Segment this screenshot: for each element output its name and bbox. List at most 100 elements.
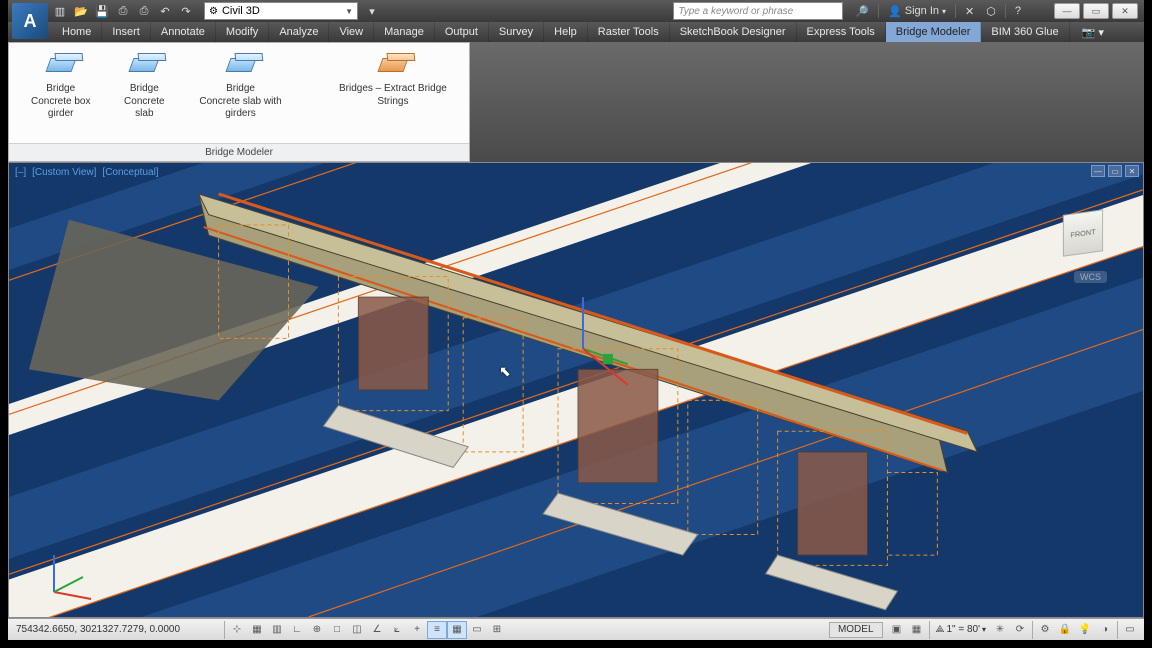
tab-home[interactable]: Home xyxy=(52,22,102,42)
bridge-concrete-slab-girders-button[interactable]: Bridge Concrete slab with girders xyxy=(180,49,301,123)
sb-osnap-icon[interactable]: □ xyxy=(327,621,347,639)
sb-sc-icon[interactable]: ⊞ xyxy=(487,621,507,639)
tab-insert[interactable]: Insert xyxy=(102,22,151,42)
box-girder-icon xyxy=(45,58,76,72)
vp-close-icon[interactable]: ✕ xyxy=(1125,165,1139,177)
vp-minimize-icon[interactable]: — xyxy=(1091,165,1105,177)
sb-infer-icon[interactable]: ⊹ xyxy=(227,621,247,639)
close-button[interactable]: ✕ xyxy=(1112,3,1138,19)
ribbon-tabs: Home Insert Annotate Modify Analyze View… xyxy=(8,22,1144,42)
workspace-label: Civil 3D xyxy=(222,5,260,17)
sb-qp-icon[interactable]: ▭ xyxy=(467,621,487,639)
tab-help[interactable]: Help xyxy=(544,22,588,42)
sb-3dosnap-icon[interactable]: ◫ xyxy=(347,621,367,639)
tab-manage[interactable]: Manage xyxy=(374,22,435,42)
sign-in-button[interactable]: 👤 Sign In ▾ xyxy=(885,5,949,18)
tab-survey[interactable]: Survey xyxy=(489,22,544,42)
viewport-labels: [–] [Custom View] [Conceptual] xyxy=(13,167,161,178)
wcs-label[interactable]: WCS xyxy=(1074,271,1107,283)
qat-undo-icon[interactable]: ↶ xyxy=(156,2,174,20)
sb-annovis-icon[interactable]: ✳ xyxy=(990,621,1010,639)
rb-l2: Concrete slab xyxy=(116,96,172,121)
vp-minus-control[interactable]: [–] xyxy=(13,167,28,178)
sb-ducs-icon[interactable]: ⟀ xyxy=(387,621,407,639)
sb-hardware-icon[interactable]: 💡 xyxy=(1075,621,1095,639)
app-icon[interactable]: A xyxy=(12,3,48,39)
bridge-extract-strings-button[interactable]: Bridges – Extract Bridge Strings xyxy=(321,49,465,110)
tab-analyze[interactable]: Analyze xyxy=(269,22,329,42)
chevron-down-icon: ▾ xyxy=(982,625,986,634)
search-placeholder: Type a keyword or phrase xyxy=(678,6,793,17)
tab-bridge-modeler[interactable]: Bridge Modeler xyxy=(886,22,982,42)
qat-plot-icon[interactable]: ⎙ xyxy=(135,2,153,20)
sb-transparency-icon[interactable]: ▦ xyxy=(447,621,467,639)
rb-l1: Bridge xyxy=(46,83,75,96)
sb-otrack-icon[interactable]: ∠ xyxy=(367,621,387,639)
view-cube[interactable]: FRONT xyxy=(1053,203,1113,263)
vp-view-control[interactable]: [Custom View] xyxy=(30,167,98,178)
rb-l1: Bridge xyxy=(130,83,159,96)
coordinates-readout: 754342.6650, 3021327.7279, 0.0000 xyxy=(12,624,222,635)
ribbon-panel-bridge: Bridge Concrete box girder Bridge Concre… xyxy=(8,42,470,162)
qat-saveas-icon[interactable]: ⎙ xyxy=(114,2,132,20)
sb-lock-icon[interactable]: 🔒 xyxy=(1055,621,1075,639)
ribbon-panel-title: Bridge Modeler xyxy=(9,143,469,161)
sb-dyn-icon[interactable]: + xyxy=(407,621,427,639)
ucs-axis-icon xyxy=(39,547,99,607)
sb-clean-icon[interactable]: ▭ xyxy=(1120,621,1140,639)
scale-icon: ⟁ xyxy=(936,624,945,635)
tab-sketchbook[interactable]: SketchBook Designer xyxy=(670,22,797,42)
workspace-dropdown[interactable]: ⚙ Civil 3D ▼ xyxy=(204,2,358,20)
scene xyxy=(9,163,1143,617)
sb-polar-icon[interactable]: ⊕ xyxy=(307,621,327,639)
viewport-top-icons: — ▭ ✕ xyxy=(1091,165,1139,177)
tab-modify[interactable]: Modify xyxy=(216,22,269,42)
qat-redo-icon[interactable]: ↷ xyxy=(177,2,195,20)
minimize-button[interactable]: — xyxy=(1054,3,1080,19)
app-window: — ▭ ✕ A ▥ 📂 💾 ⎙ ⎙ ↶ ↷ ⚙ Civil 3D ▼ ▾ Typ… xyxy=(8,0,1144,640)
user-icon: 👤 xyxy=(888,5,902,18)
sb-grid-icon[interactable]: ▥ xyxy=(267,621,287,639)
chevron-down-icon: ▼ xyxy=(345,7,353,16)
qat-open-icon[interactable]: 📂 xyxy=(72,2,90,20)
exchange-icon[interactable]: ✕ xyxy=(962,5,977,18)
sb-layout-icon[interactable]: ▣ xyxy=(887,621,907,639)
bridge-concrete-box-girder-button[interactable]: Bridge Concrete box girder xyxy=(13,49,108,123)
search-go-icon[interactable]: 🔎 xyxy=(852,5,872,18)
sb-snap-icon[interactable]: ▦ xyxy=(247,621,267,639)
qat-more-icon[interactable]: ▾ xyxy=(363,2,381,20)
sb-quickview-icon[interactable]: ▦ xyxy=(907,621,927,639)
viewport[interactable]: [–] [Custom View] [Conceptual] — ▭ ✕ FRO… xyxy=(8,162,1144,618)
vp-style-control[interactable]: [Conceptual] xyxy=(100,167,160,178)
sign-in-label: Sign In xyxy=(905,5,939,17)
sb-lineweight-icon[interactable]: ≡ xyxy=(427,621,447,639)
tab-annotate[interactable]: Annotate xyxy=(151,22,216,42)
tab-bim360[interactable]: BIM 360 Glue xyxy=(981,22,1069,42)
scale-value: 1" = 80' xyxy=(946,624,980,635)
autodesk-icon[interactable]: ⬡ xyxy=(983,5,999,18)
view-cube-face[interactable]: FRONT xyxy=(1063,209,1103,256)
bridge-concrete-slab-button[interactable]: Bridge Concrete slab xyxy=(108,49,180,123)
cursor-icon: ⬉ xyxy=(499,363,511,380)
sb-isolate-icon[interactable]: ◑ xyxy=(1095,621,1115,639)
help-icon[interactable]: ? xyxy=(1012,5,1024,17)
slab-girders-icon xyxy=(225,58,256,72)
sb-annoauto-icon[interactable]: ⟳ xyxy=(1010,621,1030,639)
tab-raster-tools[interactable]: Raster Tools xyxy=(588,22,670,42)
tab-view[interactable]: View xyxy=(329,22,374,42)
gear-icon: ⚙ xyxy=(209,6,218,17)
tab-output[interactable]: Output xyxy=(435,22,489,42)
chevron-down-icon: ▾ xyxy=(942,7,946,16)
sb-annotation-scale[interactable]: ⟁ 1" = 80' ▾ xyxy=(932,624,990,635)
search-input[interactable]: Type a keyword or phrase xyxy=(673,2,843,20)
tab-overflow-button[interactable]: 📷 ▾ xyxy=(1074,22,1112,42)
qat-save-icon[interactable]: 💾 xyxy=(93,2,111,20)
sb-ortho-icon[interactable]: ∟ xyxy=(287,621,307,639)
qat-new-icon[interactable]: ▥ xyxy=(51,2,69,20)
vp-maximize-icon[interactable]: ▭ xyxy=(1108,165,1122,177)
title-bar: A ▥ 📂 💾 ⎙ ⎙ ↶ ↷ ⚙ Civil 3D ▼ ▾ Type a ke… xyxy=(8,0,1144,22)
maximize-button[interactable]: ▭ xyxy=(1083,3,1109,19)
sb-ws-icon[interactable]: ⚙ xyxy=(1035,621,1055,639)
tab-express-tools[interactable]: Express Tools xyxy=(797,22,886,42)
sb-model-button[interactable]: MODEL xyxy=(829,622,883,638)
